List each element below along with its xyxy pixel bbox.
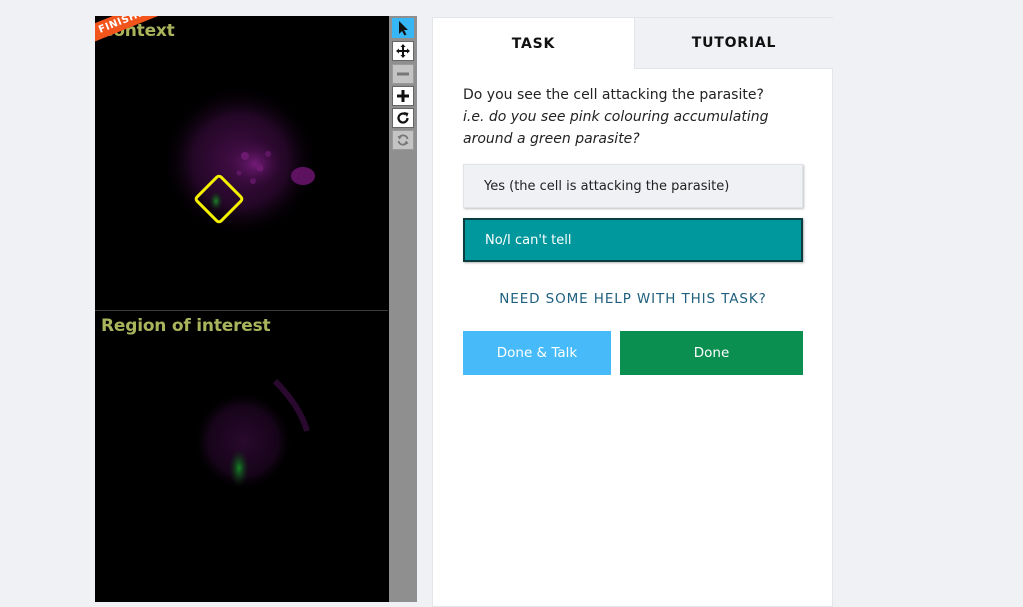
parasite-spot: [209, 191, 223, 211]
answer-no-label: No/I can't tell: [485, 232, 572, 248]
done-button[interactable]: Done: [620, 331, 803, 375]
roi-parasite: [229, 449, 249, 487]
rotate-button[interactable]: [392, 108, 414, 128]
roi-diamond: [175, 373, 311, 509]
roi-label: Region of interest: [101, 316, 271, 336]
help-link[interactable]: NEED SOME HELP WITH THIS TASK?: [433, 291, 833, 307]
tab-tutorial[interactable]: TUTORIAL: [634, 18, 833, 69]
task-panel: TASK TUTORIAL Do you see the cell attack…: [432, 17, 833, 607]
reset-button[interactable]: [392, 130, 414, 150]
question-hint: i.e. do you see pink colouring accumulat…: [463, 109, 769, 147]
move-icon: [396, 44, 410, 58]
roi-image: [175, 373, 311, 509]
pointer-icon: [399, 21, 408, 36]
move-tool-button[interactable]: [392, 41, 414, 61]
zoom-in-icon: [397, 90, 409, 102]
rotate-icon: [397, 112, 409, 124]
context-image: [160, 83, 320, 239]
reset-icon: [397, 134, 409, 146]
answer-yes-label: Yes (the cell is attacking the parasite): [484, 178, 730, 194]
pointer-tool-button[interactable]: [392, 18, 414, 38]
context-image-panel[interactable]: Context: [95, 16, 388, 309]
done-and-talk-button[interactable]: Done & Talk: [463, 331, 611, 375]
viewer-toolbar: [389, 16, 417, 602]
image-viewer[interactable]: FINISHED! Context Region of interest: [95, 16, 389, 602]
question-text: Do you see the cell attacking the parasi…: [463, 87, 764, 103]
zoom-in-button[interactable]: [392, 86, 414, 106]
zoom-out-icon: [397, 72, 409, 76]
task-tabs: TASK TUTORIAL: [433, 18, 833, 69]
answer-no-button[interactable]: No/I can't tell: [463, 218, 803, 262]
answer-yes-button[interactable]: Yes (the cell is attacking the parasite): [463, 164, 803, 208]
roi-image-panel[interactable]: Region of interest: [95, 310, 388, 602]
task-question: Do you see the cell attacking the parasi…: [463, 84, 793, 150]
tab-task[interactable]: TASK: [433, 18, 634, 69]
zoom-out-button[interactable]: [392, 64, 414, 84]
